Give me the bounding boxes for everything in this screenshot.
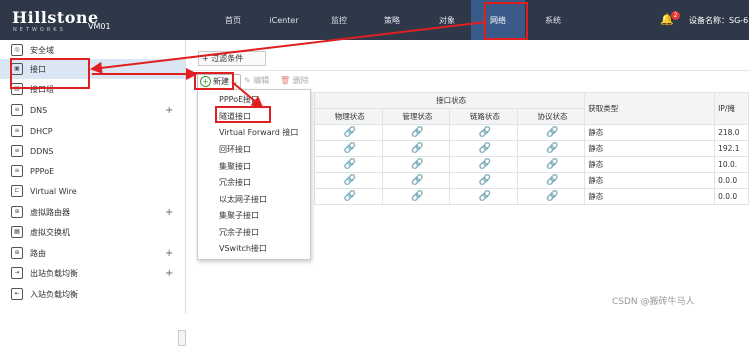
watermark: CSDN @搬砖牛马人 (612, 297, 695, 307)
arrow-to-tunnel (231, 81, 264, 109)
arrow-to-interface (90, 21, 487, 74)
annotation-arrows (90, 21, 487, 109)
sidebar-collapse-handle[interactable] (178, 330, 186, 346)
